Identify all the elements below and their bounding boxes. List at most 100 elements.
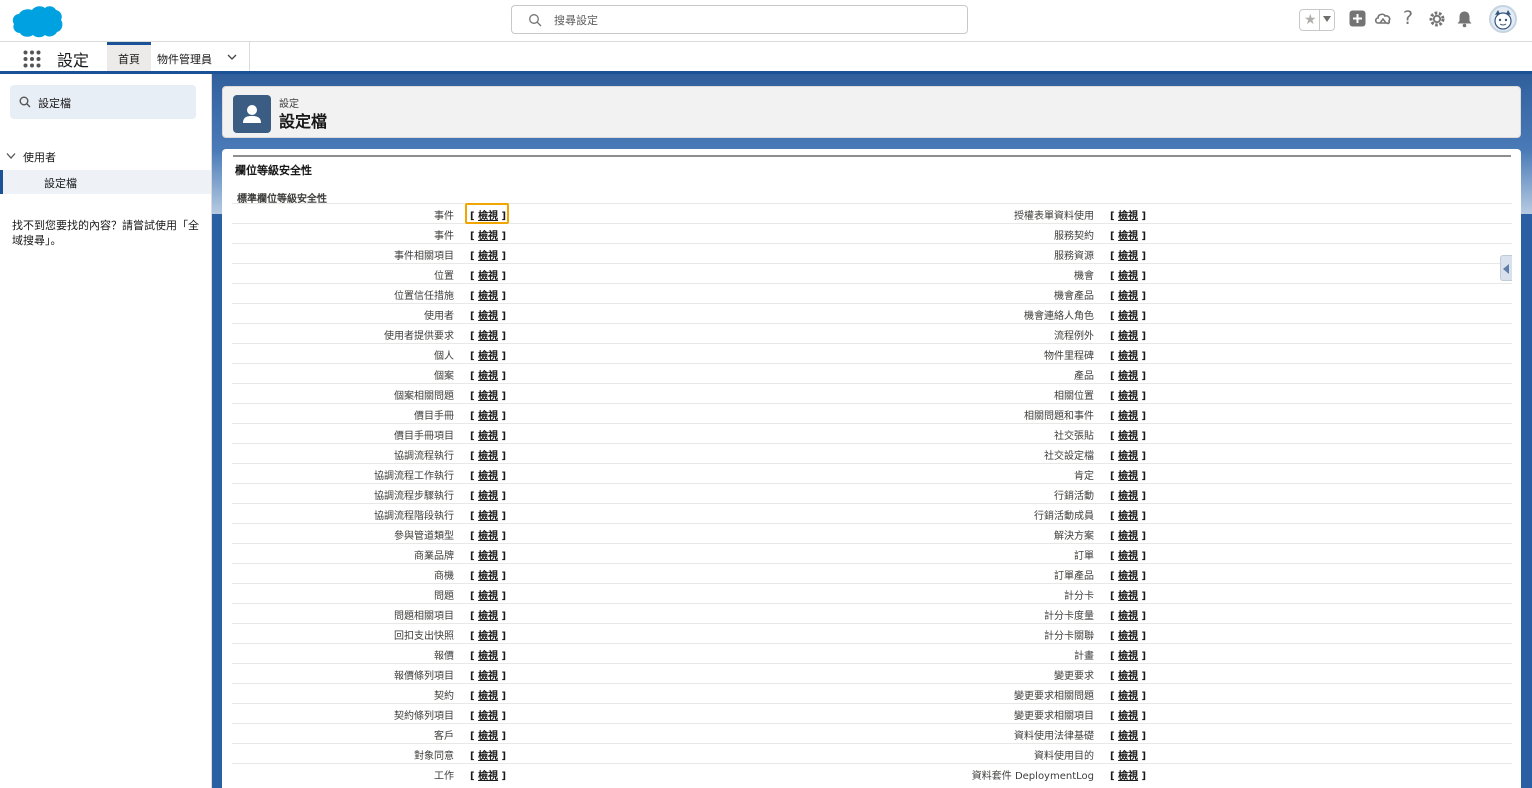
view-link[interactable]: [ 檢視 ] [470, 607, 506, 622]
view-link-text[interactable]: 檢視 [478, 531, 498, 542]
view-link[interactable]: [ 檢視 ] [1110, 627, 1146, 642]
view-link[interactable]: [ 檢視 ] [470, 767, 506, 782]
view-link-text[interactable]: 檢視 [1118, 391, 1138, 402]
view-link[interactable]: [ 檢視 ] [470, 367, 506, 382]
view-link-text[interactable]: 檢視 [478, 571, 498, 582]
view-link[interactable]: [ 檢視 ] [1110, 687, 1146, 702]
view-link-text[interactable]: 檢視 [478, 391, 498, 402]
view-link[interactable]: [ 檢視 ] [1110, 647, 1146, 662]
view-link[interactable]: [ 檢視 ] [1110, 607, 1146, 622]
view-link[interactable]: [ 檢視 ] [470, 707, 506, 722]
view-link[interactable]: [ 檢視 ] [470, 267, 506, 282]
global-search-input[interactable] [554, 10, 954, 30]
view-link-text[interactable]: 檢視 [1118, 531, 1138, 542]
global-actions-icon[interactable] [1349, 10, 1366, 27]
view-link[interactable]: [ 檢視 ] [1110, 347, 1146, 362]
view-link[interactable]: [ 檢視 ] [1110, 387, 1146, 402]
view-link[interactable]: [ 檢視 ] [470, 347, 506, 362]
view-link-text[interactable]: 檢視 [478, 671, 498, 682]
view-link-text[interactable]: 檢視 [1118, 211, 1138, 222]
view-link-text[interactable]: 檢視 [1118, 231, 1138, 242]
view-link[interactable]: [ 檢視 ] [470, 407, 506, 422]
view-link-text[interactable]: 檢視 [478, 591, 498, 602]
user-avatar[interactable] [1489, 5, 1517, 33]
view-link[interactable]: [ 檢視 ] [1110, 567, 1146, 582]
view-link[interactable]: [ 檢視 ] [1110, 547, 1146, 562]
view-link[interactable]: [ 檢視 ] [1110, 727, 1146, 742]
view-link-text[interactable]: 檢視 [478, 371, 498, 382]
view-link[interactable]: [ 檢視 ] [470, 747, 506, 762]
view-link[interactable]: [ 檢視 ] [1110, 207, 1146, 222]
view-link[interactable]: [ 檢視 ] [1110, 767, 1146, 782]
view-link-text[interactable]: 檢視 [1118, 571, 1138, 582]
view-link[interactable]: [ 檢視 ] [470, 447, 506, 462]
trailhead-icon[interactable] [1374, 10, 1392, 28]
view-link[interactable]: [ 檢視 ] [1110, 367, 1146, 382]
view-link[interactable]: [ 檢視 ] [470, 567, 506, 582]
view-link-text[interactable]: 檢視 [1118, 331, 1138, 342]
help-icon[interactable]: ? [1403, 7, 1413, 29]
view-link[interactable]: [ 檢視 ] [470, 287, 506, 302]
notifications-bell-icon[interactable] [1456, 10, 1473, 28]
view-link-text[interactable]: 檢視 [478, 291, 498, 302]
tree-node-profiles[interactable]: 設定檔 [0, 170, 211, 194]
view-link-text[interactable]: 檢視 [478, 331, 498, 342]
view-link-text[interactable]: 檢視 [1118, 511, 1138, 522]
view-link-text[interactable]: 檢視 [1118, 451, 1138, 462]
view-link[interactable]: [ 檢視 ] [1110, 587, 1146, 602]
view-link-text[interactable]: 檢視 [1118, 551, 1138, 562]
global-search-box[interactable] [511, 5, 968, 34]
favorites-dropdown-icon[interactable] [1323, 16, 1331, 22]
view-link-text[interactable]: 檢視 [478, 651, 498, 662]
view-link-text[interactable]: 檢視 [478, 411, 498, 422]
view-link[interactable]: [ 檢視 ] [470, 627, 506, 642]
view-link-text[interactable]: 檢視 [478, 251, 498, 262]
view-link[interactable]: [ 檢視 ] [470, 527, 506, 542]
view-link-text[interactable]: 檢視 [478, 611, 498, 622]
view-link[interactable]: [ 檢視 ] [1110, 527, 1146, 542]
view-link[interactable]: [ 檢視 ] [470, 587, 506, 602]
view-link-text[interactable]: 檢視 [1118, 711, 1138, 722]
view-link-text[interactable]: 檢視 [1118, 751, 1138, 762]
view-link[interactable]: [ 檢視 ] [470, 227, 506, 242]
view-link-text[interactable]: 檢視 [478, 511, 498, 522]
view-link[interactable]: [ 檢視 ] [470, 687, 506, 702]
view-link[interactable]: [ 檢視 ] [470, 647, 506, 662]
view-link-text[interactable]: 檢視 [1118, 271, 1138, 282]
view-link-text[interactable]: 檢視 [1118, 651, 1138, 662]
view-link-text[interactable]: 檢視 [1118, 311, 1138, 322]
view-link[interactable]: [ 檢視 ] [470, 427, 506, 442]
collapse-panel-button[interactable] [1500, 255, 1512, 281]
view-link[interactable]: [ 檢視 ] [470, 547, 506, 562]
view-link-text[interactable]: 檢視 [478, 691, 498, 702]
view-link[interactable]: [ 檢視 ] [1110, 427, 1146, 442]
view-link[interactable]: [ 檢視 ] [470, 487, 506, 502]
view-link-text[interactable]: 檢視 [478, 231, 498, 242]
view-link[interactable]: [ 檢視 ] [470, 247, 506, 262]
view-link[interactable]: [ 檢視 ] [1110, 407, 1146, 422]
tab-object-manager[interactable]: 物件管理員 [157, 42, 212, 71]
view-link-text[interactable]: 檢視 [478, 311, 498, 322]
view-link-text[interactable]: 檢視 [1118, 251, 1138, 262]
view-link[interactable]: [ 檢視 ] [1110, 307, 1146, 322]
view-link-text[interactable]: 檢視 [1118, 611, 1138, 622]
view-link[interactable]: [ 檢視 ] [470, 327, 506, 342]
view-link[interactable]: [ 檢視 ] [470, 307, 506, 322]
view-link-text[interactable]: 檢視 [478, 751, 498, 762]
view-link-text[interactable]: 檢視 [1118, 591, 1138, 602]
view-link-text[interactable]: 檢視 [1118, 371, 1138, 382]
view-link[interactable]: [ 檢視 ] [1110, 507, 1146, 522]
view-link-text[interactable]: 檢視 [478, 491, 498, 502]
view-link-text[interactable]: 檢視 [478, 711, 498, 722]
view-link[interactable]: [ 檢視 ] [1110, 287, 1146, 302]
view-link-text[interactable]: 檢視 [478, 471, 498, 482]
view-link-text[interactable]: 檢視 [478, 271, 498, 282]
salesforce-logo[interactable] [11, 4, 63, 38]
view-link-text[interactable]: 檢視 [478, 431, 498, 442]
view-link-text[interactable]: 檢視 [1118, 691, 1138, 702]
view-link[interactable]: [ 檢視 ] [1110, 747, 1146, 762]
view-link-text[interactable]: 檢視 [1118, 771, 1138, 782]
view-link-text[interactable]: 檢視 [478, 731, 498, 742]
view-link-text[interactable]: 檢視 [1118, 731, 1138, 742]
view-link[interactable]: [ 檢視 ] [1110, 487, 1146, 502]
